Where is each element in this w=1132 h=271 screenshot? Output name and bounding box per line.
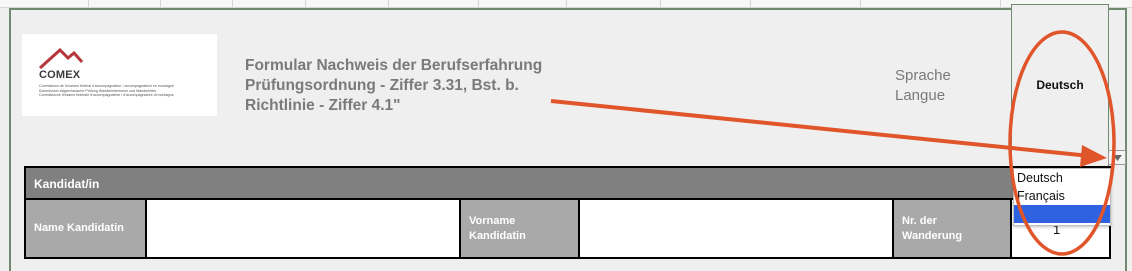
annotation-arrow-head: [1080, 145, 1107, 167]
spreadsheet-sheet: COMEX Commission de l'examen fédéral d'a…: [0, 0, 1132, 271]
annotation-overlay: [550, 30, 1116, 256]
annotation-circle: [1008, 30, 1116, 256]
